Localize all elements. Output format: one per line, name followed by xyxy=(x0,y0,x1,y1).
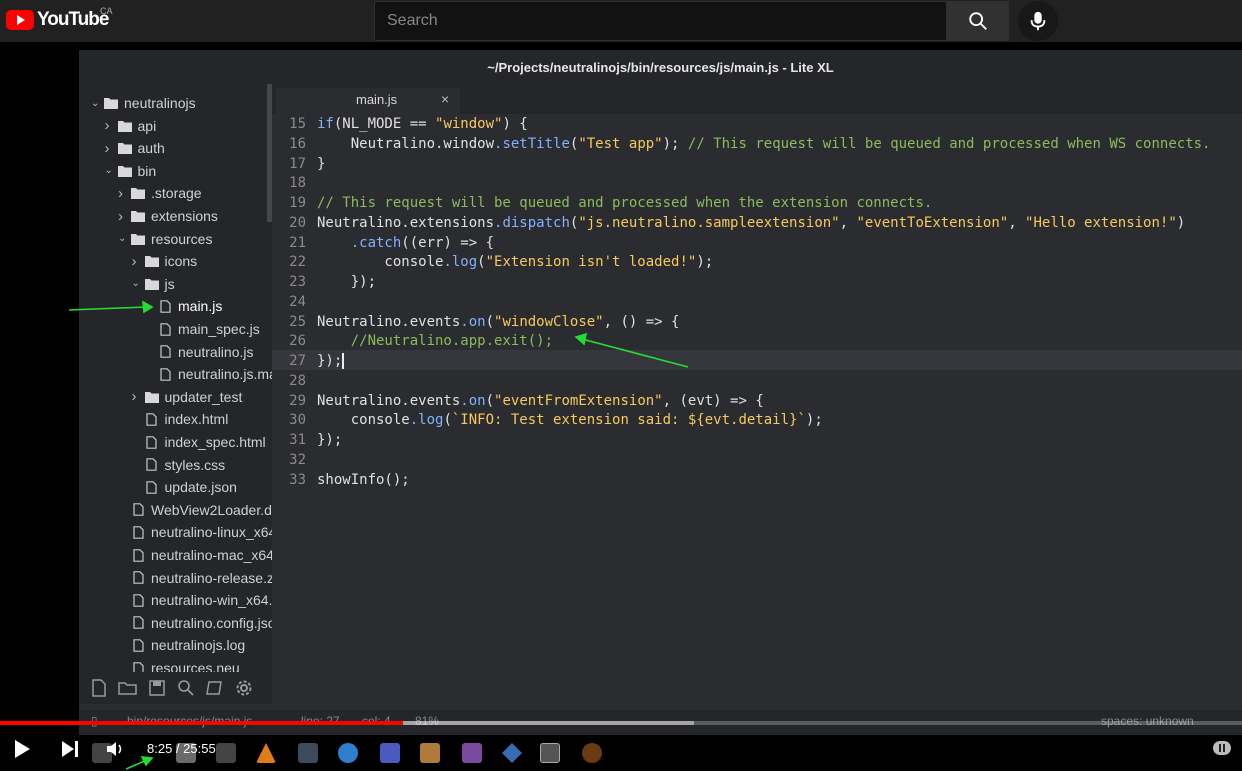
time-display: 8:25 / 25:55 xyxy=(147,741,216,756)
taskbar-app-icon xyxy=(338,743,358,763)
vlc-icon xyxy=(256,743,276,763)
taskbar-app-icon xyxy=(298,743,318,763)
volume-button[interactable] xyxy=(104,737,128,761)
taskbar-app-icon xyxy=(502,743,522,763)
taskbar-app-icon xyxy=(420,743,440,763)
taskbar-app-icon xyxy=(462,743,482,763)
play-button[interactable] xyxy=(10,737,34,761)
volume-icon xyxy=(107,742,122,756)
taskbar-app-icon xyxy=(216,743,236,763)
autoplay-toggle[interactable] xyxy=(1213,741,1231,755)
annotation-arrows xyxy=(68,300,689,770)
play-icon xyxy=(15,740,30,758)
played-bar xyxy=(0,721,404,725)
taskbar-app-icon xyxy=(540,743,560,763)
screen: YouTube CA ~/Projects/neutralinojs/bin/r… xyxy=(0,0,1242,771)
skip-next-icon xyxy=(62,741,78,757)
next-button[interactable] xyxy=(58,737,82,761)
taskbar-app-icon xyxy=(582,743,602,763)
taskbar-app-icon xyxy=(380,743,400,763)
video-progress-bar[interactable] xyxy=(0,721,1242,725)
